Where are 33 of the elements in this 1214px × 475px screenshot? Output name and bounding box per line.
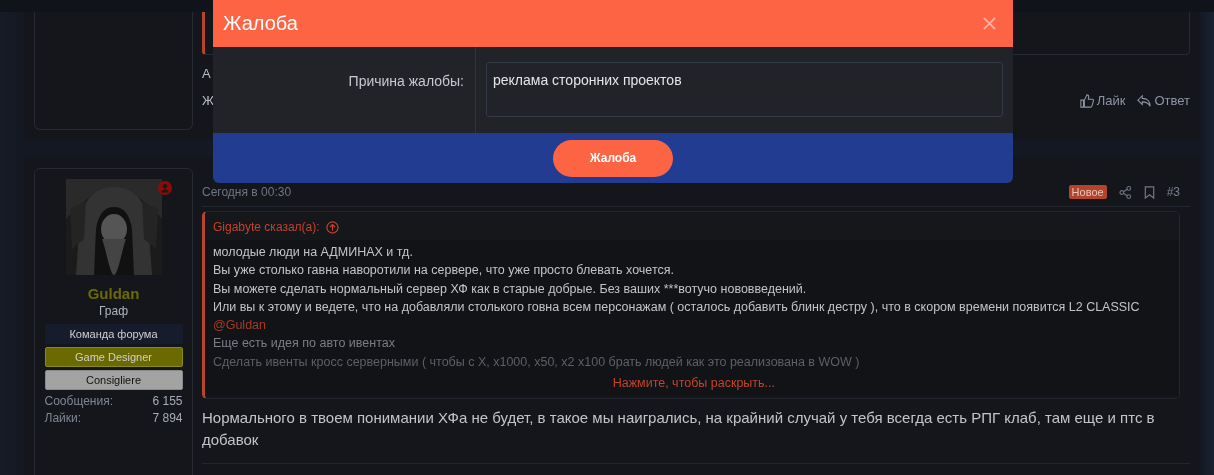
thumbs-up-icon: [1079, 93, 1094, 108]
bookmark-icon[interactable]: [1143, 185, 1155, 199]
user-status-icon: [157, 181, 172, 195]
submit-button[interactable]: Жалоба: [553, 139, 673, 177]
stat-value: 6 155: [152, 393, 183, 410]
mention-link[interactable]: @Guldan: [213, 316, 1171, 335]
like-link[interactable]: Лайк: [1079, 93, 1126, 108]
user-banner: Game Designer: [44, 347, 183, 367]
post-number[interactable]: #3: [1166, 185, 1180, 199]
reason-field[interactable]: реклама сторонних проектов: [486, 62, 1003, 117]
stat-value: 7 894: [152, 410, 183, 427]
quote-text: молодые люди на АДМИНАХ и тд.: [213, 244, 414, 261]
post-time[interactable]: Сегодня в 00:30: [202, 185, 292, 199]
user-banner: Команда форума: [44, 324, 183, 344]
post-text: Ж: [202, 93, 214, 108]
new-badge: Новое: [1068, 185, 1107, 199]
quote-text: Еще есть идея по авто ивентах: [213, 335, 396, 353]
quote-text: Или вы к этому и ведете, что на добавляли столького говна всем персонажам ( осталось добавить блинк дестру ), что в скором времени появится L2 CLASSIC: [213, 298, 1141, 316]
quote-text: Вы уже столько гавна наворотили на сервере, что уже просто блевать хочется.: [213, 262, 675, 280]
post-text: А: [202, 66, 211, 81]
username[interactable]: Guldan: [87, 285, 140, 302]
share-icon[interactable]: [1118, 185, 1132, 199]
user-title: Граф: [98, 304, 128, 318]
quote-text: Вы можете сделать нормальный сервер ХФ как в старые добрые. Без ваших ***вотучо нововведений.: [213, 280, 808, 298]
reply-link[interactable]: Ответ: [1137, 93, 1190, 108]
post-text: Нормального в твоем понимании ХФа не будет, в такое мы наигрались, на крайний случай у тебя всегда есть РПГ клаб, там еще и птс в добавок: [202, 408, 1156, 450]
quote-text: Сделать ивенты кросс серверными ( чтобы с Х, x1000, x50, x2 x100 брать людей как это реализована в WOW ): [213, 353, 861, 371]
quote-author[interactable]: Gigabyte сказал(а):: [213, 220, 320, 234]
dialog-title: Жалоба: [223, 12, 298, 35]
stat-label: Сообщения:: [44, 393, 113, 410]
reply-icon: [1137, 93, 1152, 108]
stat-label: Лайки:: [44, 410, 82, 427]
user-banner: Consigliere: [44, 370, 183, 390]
